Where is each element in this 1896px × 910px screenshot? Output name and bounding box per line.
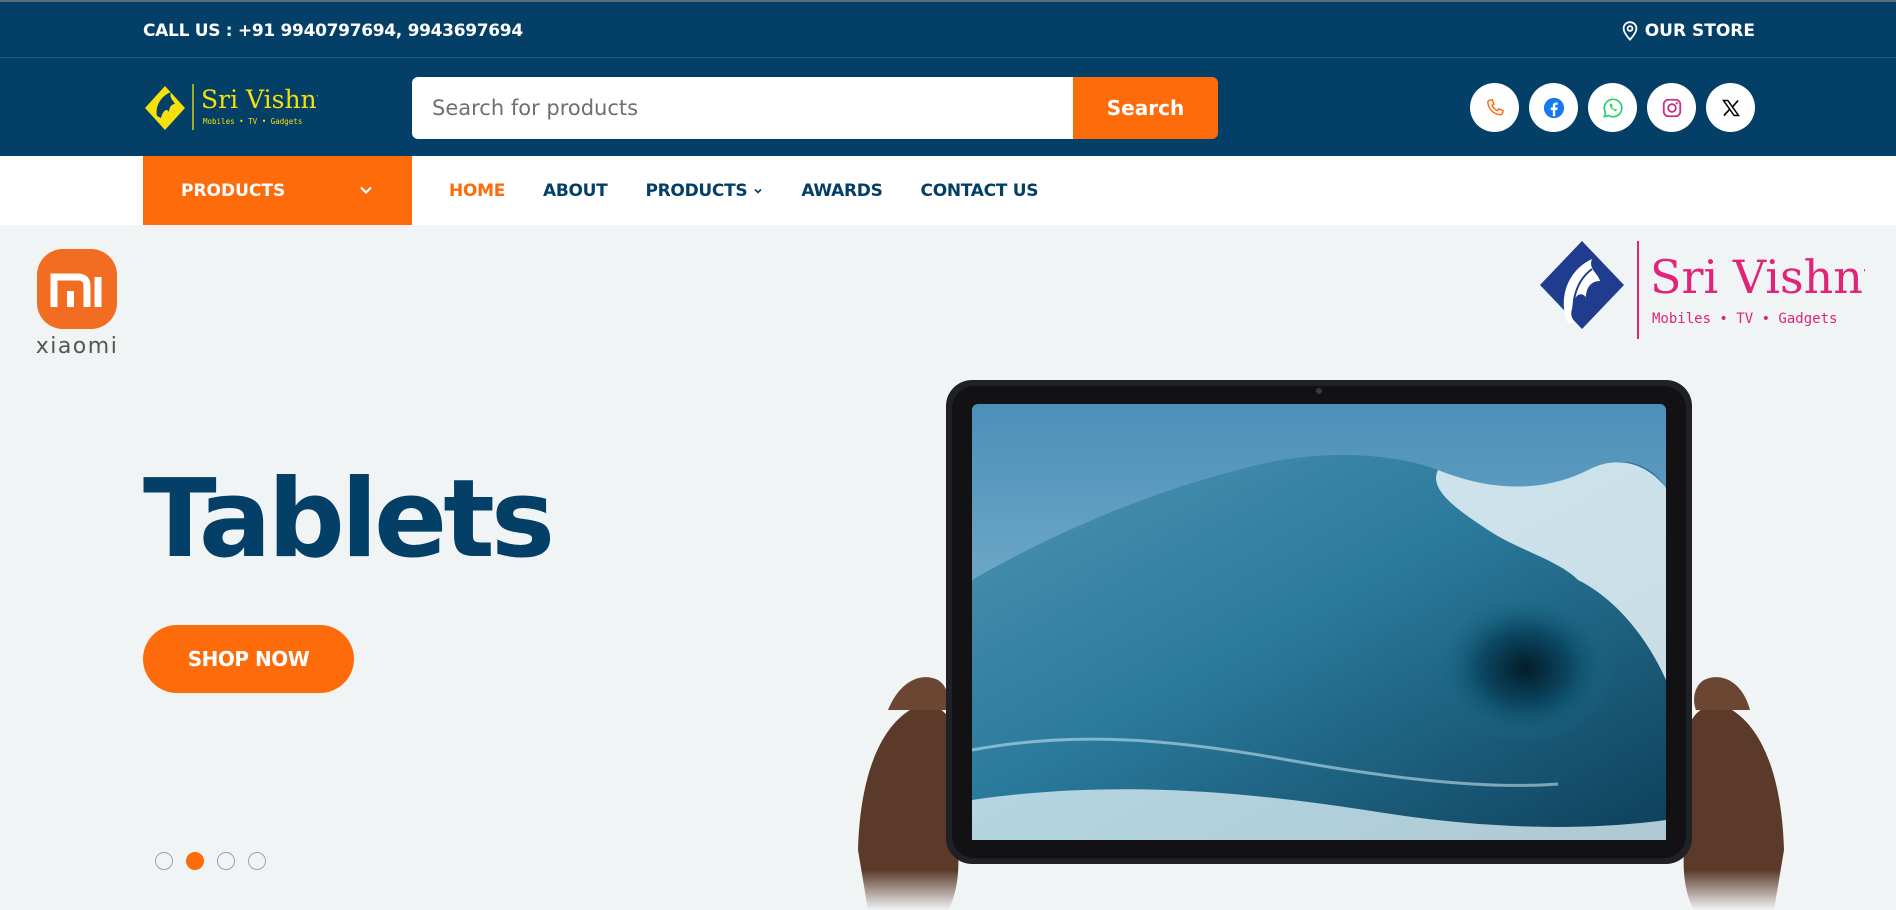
nav-item-home[interactable]: HOME <box>449 181 505 201</box>
phone-icon <box>1486 98 1504 116</box>
instagram-button[interactable] <box>1647 83 1696 132</box>
nav-item-contact-us[interactable]: CONTACT US <box>921 181 1039 201</box>
nav-item-label: ABOUT <box>543 180 608 201</box>
brand-logo-name: Sri Vishnu <box>1650 250 1865 304</box>
sri-vishnu-logo[interactable]: Sri Vishnu Mobiles • TV • Gadgets <box>143 78 318 136</box>
logo-name: Sri Vishnu <box>201 85 318 114</box>
facebook-button[interactable] <box>1529 83 1578 132</box>
x-icon <box>1721 99 1740 116</box>
chevron-down-icon <box>360 186 372 195</box>
header: Sri Vishnu Mobiles • TV • Gadgets Search <box>0 58 1896 156</box>
facebook-icon <box>1543 97 1564 118</box>
top-bar: CALL US : +91 9940797694, 9943697694 OUR… <box>0 0 1896 58</box>
tablet-product-image <box>858 380 1784 910</box>
social-links <box>1470 83 1755 132</box>
brand-logo-tagline: Mobiles • TV • Gadgets <box>1652 311 1837 327</box>
search-button[interactable]: Search <box>1073 77 1218 139</box>
nav-item-label: AWARDS <box>801 180 883 201</box>
our-store-label: OUR STORE <box>1644 21 1755 41</box>
whatsapp-icon <box>1602 97 1623 118</box>
xiaomi-logo: xiaomi <box>36 249 119 357</box>
map-pin-icon <box>1622 21 1638 41</box>
x-twitter-button[interactable] <box>1706 83 1755 132</box>
search-bar: Search <box>412 77 1218 139</box>
nav-menu: HOME ABOUT PRODUCTS AWARDS CONTACT US <box>449 156 1038 225</box>
slider-dot[interactable] <box>248 852 266 870</box>
call-us-text[interactable]: CALL US : +91 9940797694, 9943697694 <box>143 21 523 41</box>
slider-dot[interactable] <box>217 852 235 870</box>
nav-item-label: CONTACT US <box>920 180 1039 201</box>
sri-vishnu-brand-logo: Sri Vishnu Mobiles • TV • Gadgets <box>1540 241 1865 339</box>
products-category-label: PRODUCTS <box>181 180 286 201</box>
products-category-button[interactable]: PRODUCTS <box>143 156 412 225</box>
nav-item-label: PRODUCTS <box>645 180 748 201</box>
whatsapp-button[interactable] <box>1588 83 1637 132</box>
our-store-link[interactable]: OUR STORE <box>1622 21 1755 41</box>
instagram-icon <box>1662 98 1681 117</box>
hero-slider: xiaomi Sri Vishnu Mobiles • TV • Gadgets… <box>0 225 1896 910</box>
hero-title: Tablets <box>143 457 555 582</box>
slider-pagination <box>155 852 266 870</box>
nav-item-products[interactable]: PRODUCTS <box>645 181 763 201</box>
phone-button[interactable] <box>1470 83 1519 132</box>
nav-item-awards[interactable]: AWARDS <box>801 181 882 201</box>
nav-item-about[interactable]: ABOUT <box>543 180 608 201</box>
logo-tagline: Mobiles • TV • Gadgets <box>203 117 302 126</box>
nav-item-label: HOME <box>449 180 506 201</box>
chevron-down-icon <box>754 188 762 194</box>
main-nav: PRODUCTS HOME ABOUT PRODUCTS AWARDS CONT… <box>0 156 1896 225</box>
slider-dot[interactable] <box>155 852 173 870</box>
xiaomi-text: xiaomi <box>36 334 119 357</box>
shop-now-button[interactable]: SHOP NOW <box>143 625 354 693</box>
search-input[interactable] <box>412 77 1073 139</box>
slider-dot-active[interactable] <box>186 852 204 870</box>
